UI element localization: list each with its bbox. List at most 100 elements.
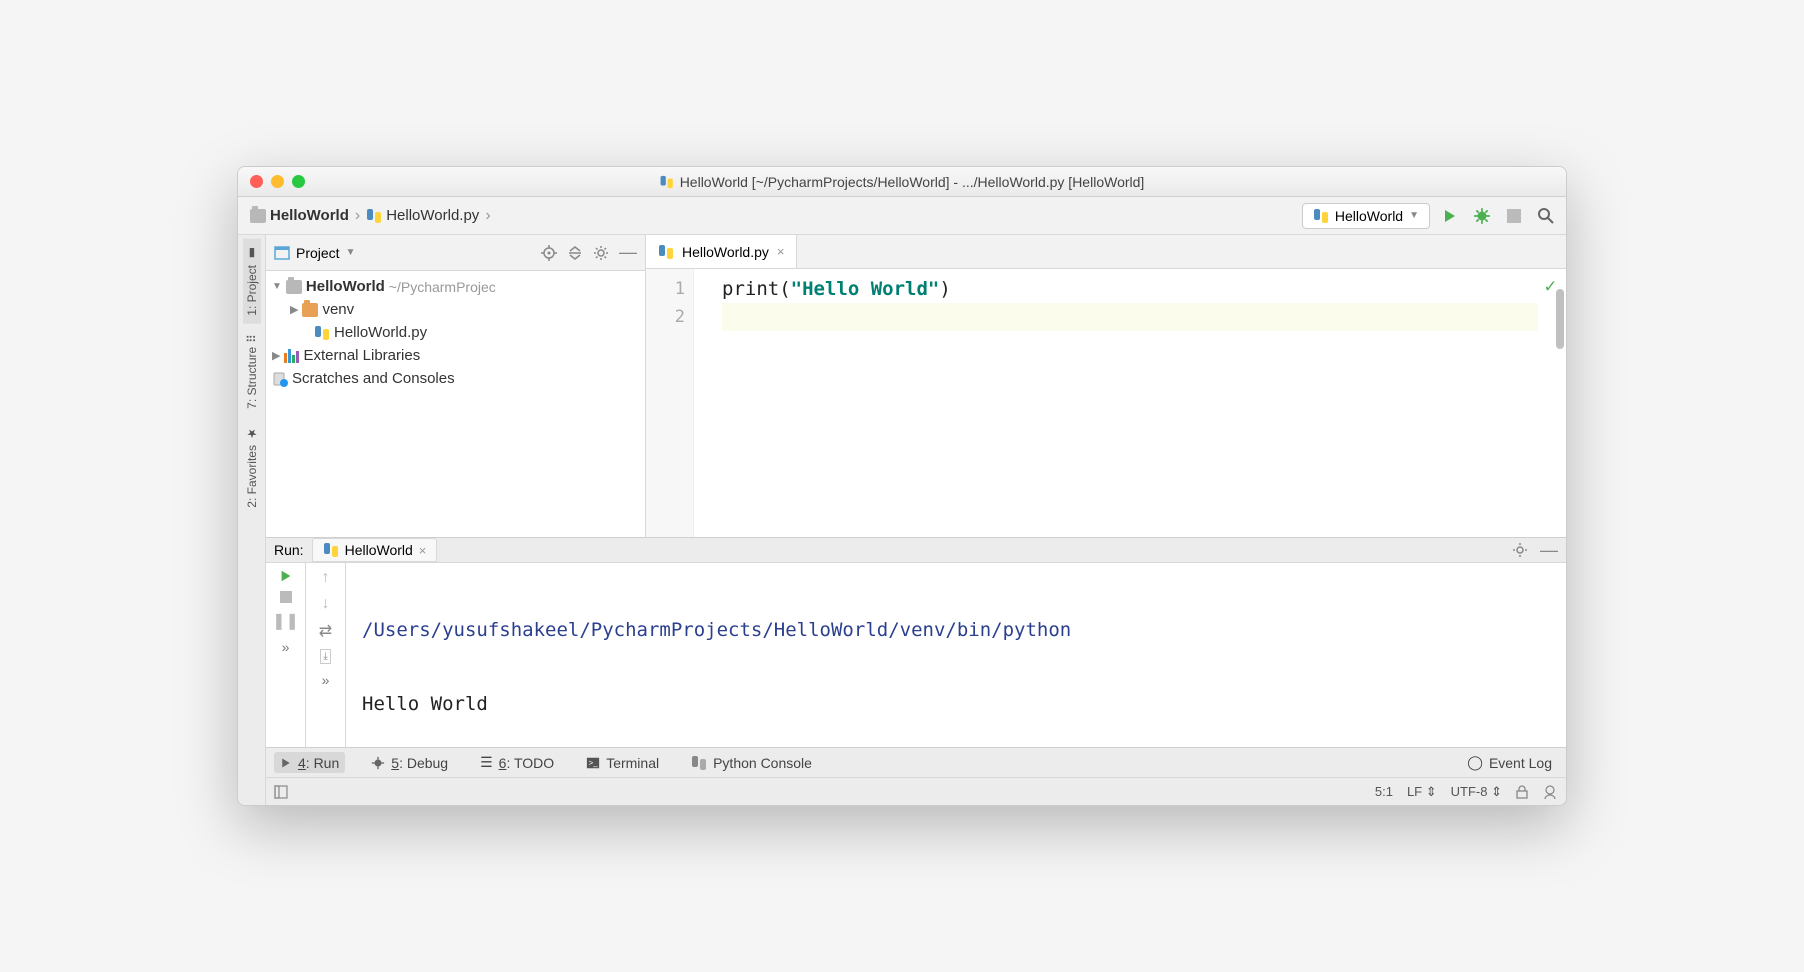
toolbar: HelloWorld ▼	[1302, 203, 1558, 229]
editor-body[interactable]: 1 2 print("Hello World") ✓	[646, 269, 1566, 537]
window-title: HelloWorld [~/PycharmProjects/HelloWorld…	[660, 174, 1145, 190]
tree-node-label: HelloWorld	[306, 278, 385, 295]
scrollbar-thumb[interactable]	[1556, 289, 1564, 349]
breadcrumb-separator-icon: ›	[485, 207, 490, 225]
bottom-tab-debug[interactable]: 5: Debug	[365, 752, 454, 773]
tree-external-libraries[interactable]: ▶ External Libraries	[266, 344, 645, 367]
tree-node-label: External Libraries	[303, 347, 420, 364]
expand-icon[interactable]: »	[282, 639, 290, 655]
chevron-down-icon: ▼	[1409, 210, 1419, 221]
down-arrow-icon[interactable]: ↓	[322, 595, 330, 613]
main-area: 1: Project ▮ 7: Structure ⠿ 2: Favorites…	[238, 235, 1566, 805]
maximize-window-icon[interactable]	[292, 175, 305, 188]
locate-icon[interactable]	[541, 245, 557, 261]
run-panel-label: Run:	[274, 542, 304, 558]
breadcrumb-file[interactable]: HelloWorld.py	[362, 207, 483, 224]
run-tool-window: Run: HelloWorld × —	[266, 537, 1566, 747]
up-arrow-icon[interactable]: ↑	[322, 569, 330, 587]
python-file-icon	[658, 244, 674, 260]
close-tab-icon[interactable]: ×	[777, 244, 785, 259]
lock-icon[interactable]	[1516, 785, 1528, 799]
project-tree[interactable]: ▼ HelloWorld ~/PycharmProjec ▶ venv	[266, 271, 645, 537]
bottom-tab-label: Terminal	[606, 755, 659, 771]
stop-button[interactable]	[1502, 204, 1526, 228]
bottom-tab-label: Python Console	[713, 755, 812, 771]
expand-toggle-icon[interactable]: ▶	[272, 349, 280, 362]
bottom-tool-tabs: 4: Run 5: Debug ☰ 6: TODO >_ Terminal	[266, 747, 1566, 777]
run-button[interactable]	[1438, 204, 1462, 228]
bottom-tab-run[interactable]: 4: Run	[274, 752, 345, 773]
titlebar: HelloWorld [~/PycharmProjects/HelloWorld…	[238, 167, 1566, 197]
soft-wrap-icon[interactable]: ⇄	[319, 621, 332, 641]
left-tool-strip: 1: Project ▮ 7: Structure ⠿ 2: Favorites…	[238, 235, 266, 805]
python-file-icon	[366, 208, 382, 224]
file-encoding[interactable]: UTF-8 ⇕	[1451, 784, 1502, 800]
gear-icon[interactable]	[593, 245, 609, 261]
tree-node-path: ~/PycharmProjec	[389, 279, 496, 295]
structure-icon: ⠿	[245, 334, 259, 343]
console-stdout: Hello World	[362, 689, 1550, 719]
tree-file-helloworld[interactable]: HelloWorld.py	[266, 321, 645, 344]
bottom-tab-event-log[interactable]: ◯ Event Log	[1461, 752, 1558, 773]
inspection-ok-icon[interactable]: ✓	[1545, 275, 1556, 297]
bottom-tab-terminal[interactable]: >_ Terminal	[580, 752, 665, 773]
run-config-label: HelloWorld	[1335, 208, 1403, 224]
tree-node-label: HelloWorld.py	[334, 324, 427, 341]
expand-toggle-icon[interactable]: ▶	[290, 303, 298, 316]
editor-tab-label: HelloWorld.py	[682, 244, 769, 260]
scroll-to-end-icon[interactable]: ⤓	[320, 649, 330, 664]
project-view-icon	[274, 245, 290, 261]
close-window-icon[interactable]	[250, 175, 263, 188]
gear-icon[interactable]	[1512, 542, 1528, 558]
rerun-button[interactable]	[279, 569, 293, 583]
svg-text:>_: >_	[589, 758, 599, 767]
tree-project-root[interactable]: ▼ HelloWorld ~/PycharmProjec	[266, 275, 645, 298]
editor-tabs: HelloWorld.py ×	[646, 235, 1566, 269]
sidebar-tab-favorites[interactable]: 2: Favorites ★	[243, 419, 261, 516]
run-config-tab[interactable]: HelloWorld ×	[312, 538, 438, 562]
breadcrumb-project[interactable]: HelloWorld	[246, 207, 353, 224]
python-file-icon	[314, 325, 330, 341]
breadcrumb: HelloWorld › HelloWorld.py ›	[246, 207, 493, 225]
star-icon: ★	[245, 427, 259, 441]
debug-button[interactable]	[1470, 204, 1494, 228]
minimize-window-icon[interactable]	[271, 175, 284, 188]
tree-scratches[interactable]: Scratches and Consoles	[266, 367, 645, 390]
folder-icon	[250, 209, 266, 223]
collapse-all-icon[interactable]	[567, 245, 583, 261]
cursor-position[interactable]: 5:1	[1375, 784, 1393, 799]
hector-icon[interactable]	[1542, 784, 1558, 800]
sidebar-tab-label: 2: Favorites	[245, 445, 259, 508]
window-controls	[250, 175, 305, 188]
expand-icon[interactable]: »	[322, 672, 330, 688]
line-separator[interactable]: LF ⇕	[1407, 784, 1437, 800]
folder-icon	[302, 303, 318, 317]
list-icon: ☰	[480, 754, 493, 771]
line-number: 2	[654, 303, 685, 331]
bottom-tab-python-console[interactable]: Python Console	[685, 752, 818, 773]
bottom-tab-todo[interactable]: ☰ 6: TODO	[474, 752, 560, 773]
expand-toggle-icon[interactable]: ▼	[272, 281, 282, 292]
code-area[interactable]: print("Hello World") ✓	[694, 269, 1566, 537]
project-panel-title: Project	[296, 245, 340, 261]
run-config-selector[interactable]: HelloWorld ▼	[1302, 203, 1430, 229]
project-panel-header: Project ▼	[266, 235, 645, 271]
hide-icon[interactable]: —	[1540, 540, 1558, 561]
event-log-icon: ◯	[1467, 754, 1483, 771]
bottom-tab-label: Event Log	[1489, 755, 1552, 771]
close-tab-icon[interactable]: ×	[419, 543, 427, 558]
tree-folder-venv[interactable]: ▶ venv	[266, 298, 645, 321]
center-area: Project ▼	[266, 235, 1566, 805]
sidebar-tab-project[interactable]: 1: Project ▮	[243, 239, 261, 324]
toggle-tool-windows-icon[interactable]	[274, 785, 288, 799]
search-button[interactable]	[1534, 204, 1558, 228]
hide-icon[interactable]: —	[619, 242, 637, 263]
sidebar-tab-structure[interactable]: 7: Structure ⠿	[243, 326, 261, 417]
navigation-bar: HelloWorld › HelloWorld.py › HelloWorld …	[238, 197, 1566, 235]
chevron-down-icon[interactable]: ▼	[346, 247, 356, 258]
pause-button[interactable]: ❚❚	[272, 611, 299, 631]
folder-icon: ▮	[245, 247, 259, 261]
python-file-icon	[660, 175, 674, 189]
stop-button[interactable]	[280, 591, 292, 603]
editor-tab-helloworld[interactable]: HelloWorld.py ×	[646, 235, 797, 268]
